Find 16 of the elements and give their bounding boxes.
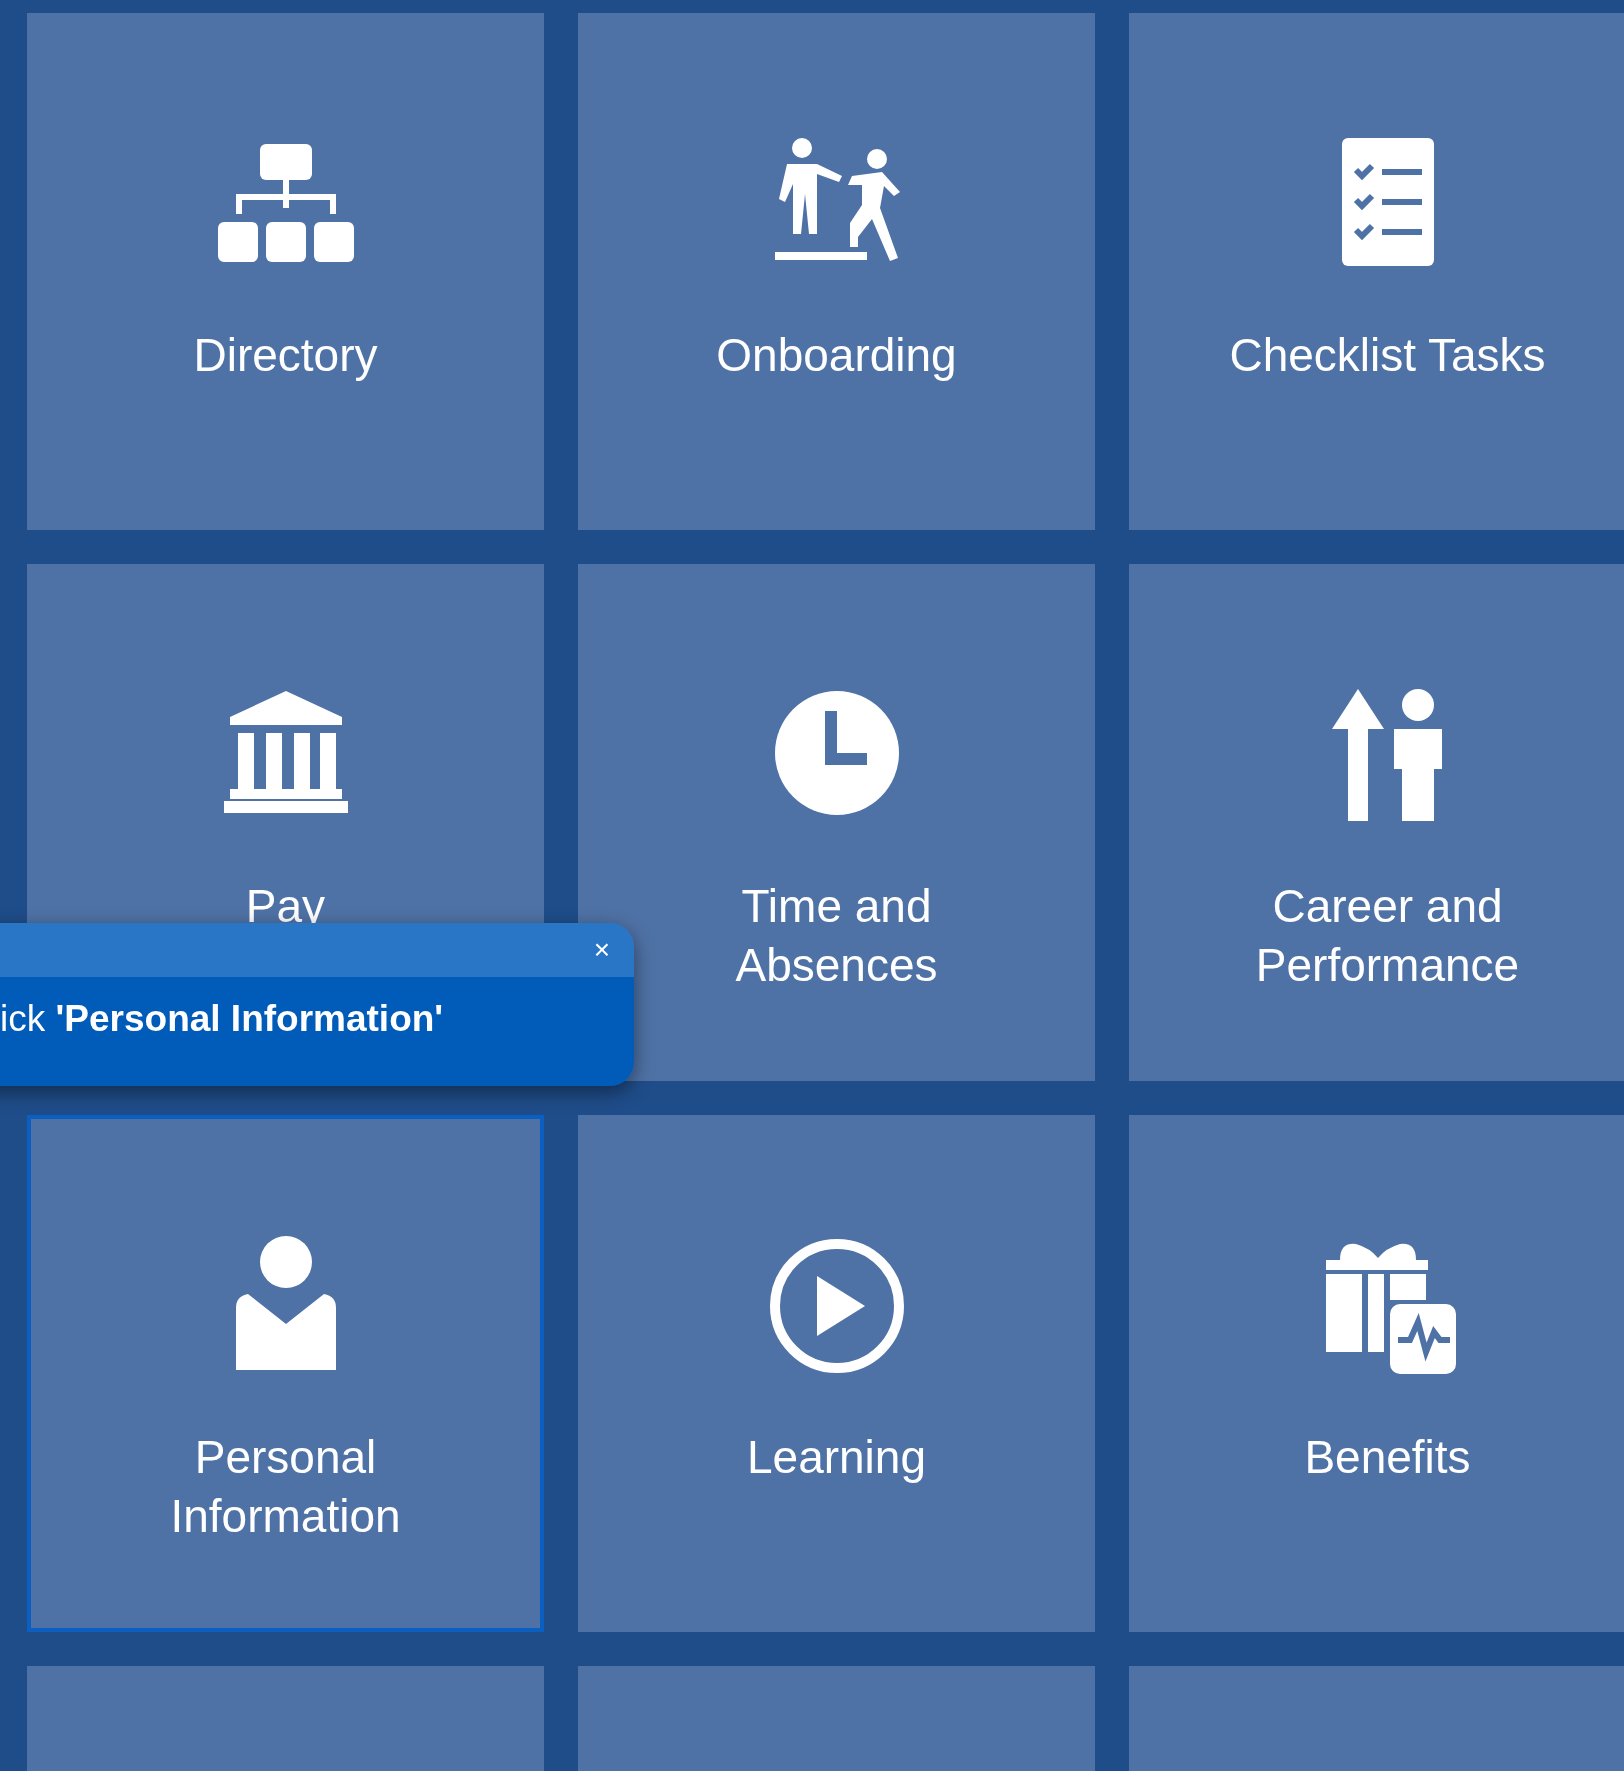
app-tile[interactable]: Onboarding bbox=[578, 13, 1095, 530]
tile-label: Time and Absences bbox=[734, 879, 939, 993]
tile-label: Career and Performance bbox=[1254, 879, 1521, 993]
tile-label: Checklist Tasks bbox=[1228, 328, 1547, 383]
app-tile[interactable]: Personal Information bbox=[27, 1115, 544, 1632]
app-tile[interactable]: Career and Performance bbox=[1129, 564, 1624, 1081]
tile-label: Personal Information bbox=[169, 1430, 402, 1544]
tile-label: Onboarding bbox=[715, 328, 958, 383]
close-button[interactable]: × bbox=[593, 936, 610, 964]
tile-label: Directory bbox=[192, 328, 379, 383]
app-tile[interactable]: Benefits bbox=[1129, 1115, 1624, 1632]
app-tile[interactable]: Directory bbox=[27, 13, 544, 530]
tile-label: Learning bbox=[745, 1430, 927, 1485]
app-tile[interactable]: Learning bbox=[578, 1115, 1095, 1632]
tile-label: Benefits bbox=[1303, 1430, 1472, 1485]
app-tile[interactable]: Checklist Tasks bbox=[1129, 13, 1624, 530]
